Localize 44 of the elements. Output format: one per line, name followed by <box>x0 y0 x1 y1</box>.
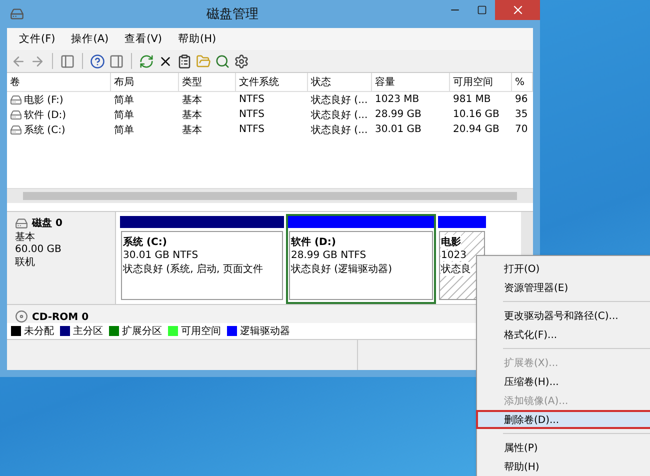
table-cell-text: 简单 <box>113 94 135 107</box>
partition-title: 软件 (D:) <box>291 235 336 249</box>
table-cell-text: 30.01 GB <box>374 123 422 137</box>
table-cell-text: 状态良好 (... <box>310 94 369 107</box>
partition-status: 状态良好 (系统, 启动, 页面文件 <box>123 262 263 276</box>
table-cell: 电影 (F:) <box>7 92 111 107</box>
table-cell-text: 基本 <box>181 108 203 122</box>
partition-title: 电影 <box>441 235 461 249</box>
table-cell-text: 简单 <box>113 124 135 137</box>
disk-status: 联机 <box>15 256 36 269</box>
disk-size: 60.00 GB <box>15 244 62 255</box>
table-cell: 系统 (C:) <box>7 122 111 137</box>
table-cell-text: NTFS <box>238 93 266 107</box>
table-cell-text: 35 <box>514 108 529 122</box>
partition-size: 30.01 GB NTFS <box>123 250 198 261</box>
table-cell-text: 状态良好 (... <box>310 124 369 137</box>
legend-label: 未分配 <box>24 324 54 338</box>
partition-status: 状态良好 (逻辑驱动器) <box>291 262 392 276</box>
table-cell-text: 基本 <box>181 94 203 107</box>
disk-name: 磁盘 0 <box>32 216 62 230</box>
table-cell-text: 96 <box>514 93 529 107</box>
legend-label: 主分区 <box>73 324 103 338</box>
window-title: 磁盘管理 <box>206 6 260 23</box>
table-cell: 软件 (D:) <box>7 107 111 122</box>
partition-status: 状态良 <box>441 262 471 276</box>
table-cell-text: 10.16 GB <box>452 108 500 122</box>
partition-size: 28.99 GB NTFS <box>291 250 366 261</box>
table-cell-text: 20.94 GB <box>452 123 500 137</box>
table-cell-text: 状态良好 (... <box>310 108 369 122</box>
table-cell-text: 基本 <box>181 124 203 137</box>
legend-label: 可用空间 <box>181 324 221 338</box>
table-cell-text: NTFS <box>238 123 266 137</box>
legend-label: 逻辑驱动器 <box>240 324 290 338</box>
disk-type: 基本 <box>15 230 36 244</box>
partition-size: 1023 <box>441 250 466 261</box>
table-cell-text: 70 <box>514 123 529 137</box>
table-cell-text: 简单 <box>113 108 135 122</box>
legend-label: 扩展分区 <box>122 324 162 338</box>
table-cell-text: 1023 MB <box>374 93 420 107</box>
table-cell-text: 28.99 GB <box>374 108 422 122</box>
table-cell-text: NTFS <box>238 108 266 122</box>
cdrom-name: CD-ROM 0 <box>32 312 89 323</box>
partition-title: 系统 (C:) <box>123 235 167 249</box>
table-cell-text: 981 MB <box>452 93 492 107</box>
